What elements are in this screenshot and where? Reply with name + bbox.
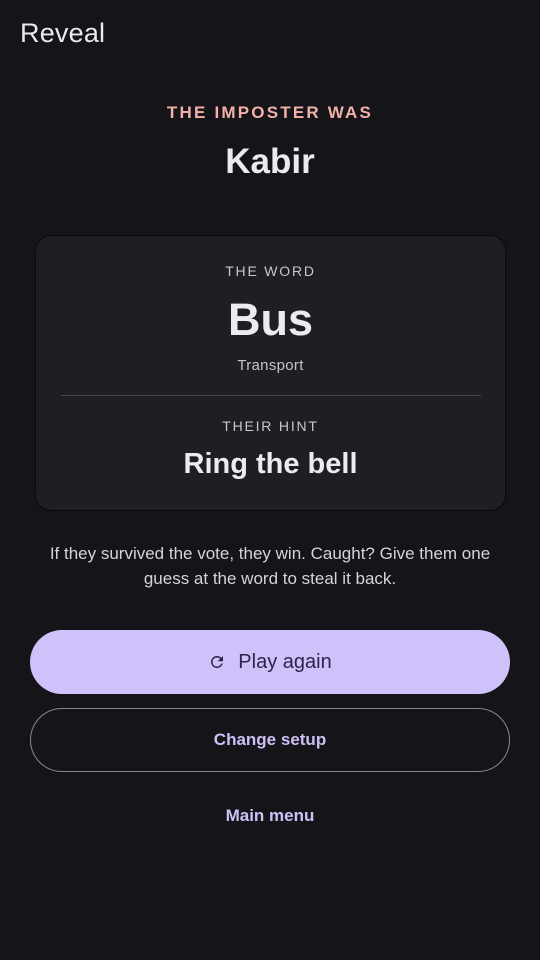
play-again-label: Play again	[238, 650, 332, 673]
word-card: THE WORD Bus Transport THEIR HINT Ring t…	[35, 235, 506, 511]
main-menu-button[interactable]: Main menu	[195, 800, 345, 832]
top-app-bar: Reveal	[0, 0, 540, 72]
page-title: Reveal	[20, 18, 106, 48]
word-category: Transport	[237, 357, 304, 374]
change-setup-label: Change setup	[213, 730, 327, 749]
imposter-reveal-label: THE IMPOSTER WAS	[166, 103, 374, 122]
imposter-hint: Ring the bell	[183, 448, 358, 480]
play-again-button[interactable]: Play again	[30, 630, 510, 694]
rules-explanation: If they survived the vote, they win. Cau…	[49, 544, 491, 588]
main-menu-label: Main menu	[225, 806, 315, 825]
card-divider	[61, 395, 481, 396]
hint-label: THEIR HINT	[222, 418, 319, 434]
refresh-icon	[208, 653, 226, 671]
reveal-screen: Reveal THE IMPOSTER WAS Kabir THE WORD B…	[0, 0, 540, 960]
change-setup-button[interactable]: Change setup	[30, 708, 510, 772]
secret-word: Bus	[227, 294, 313, 345]
imposter-name: Kabir	[225, 142, 315, 181]
word-label: THE WORD	[225, 263, 316, 279]
